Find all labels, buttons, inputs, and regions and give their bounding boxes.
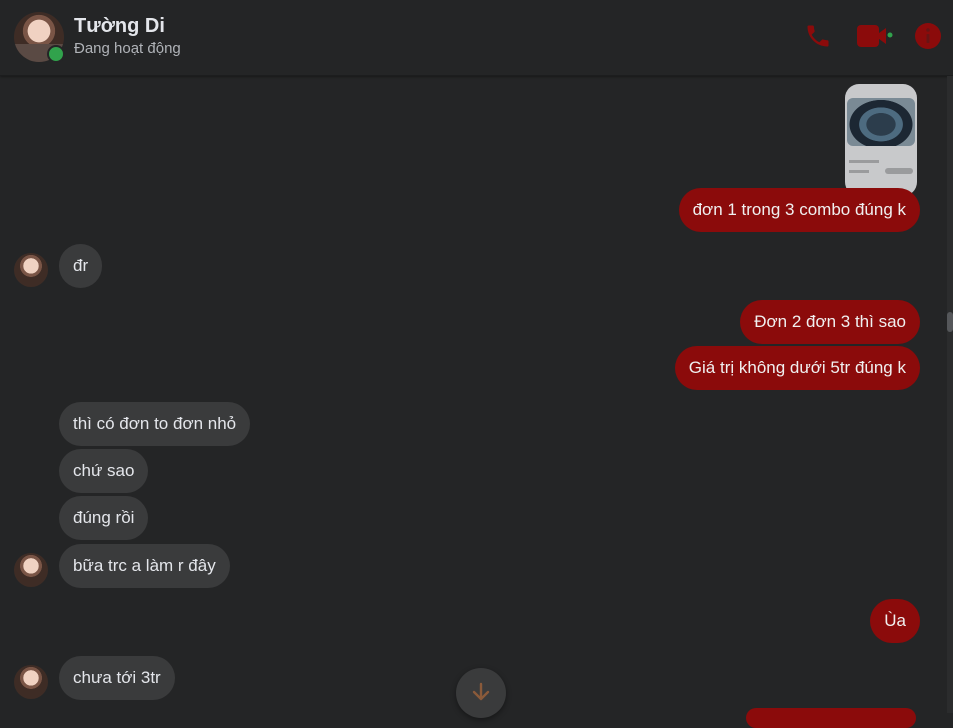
- video-call-icon[interactable]: [855, 22, 895, 50]
- message-bubble-incoming[interactable]: thì có đơn to đơn nhỏ: [59, 402, 251, 446]
- contact-name[interactable]: Tường Di: [74, 15, 165, 38]
- phone-icon[interactable]: [804, 22, 832, 50]
- chat-header: Tường Di Đang hoạt động: [0, 0, 953, 76]
- scroll-to-bottom-button[interactable]: [456, 668, 506, 718]
- scrollbar-track[interactable]: [947, 76, 953, 713]
- online-status-dot: [47, 45, 65, 63]
- contact-status: Đang hoạt động: [74, 40, 181, 57]
- message-bubble-incoming[interactable]: chứ sao: [59, 449, 149, 493]
- contact-avatar-small: [14, 253, 48, 287]
- product-image: [847, 98, 915, 146]
- message-bubble-outgoing[interactable]: Ùa: [870, 599, 920, 643]
- arrow-down-icon: [472, 682, 490, 701]
- shared-image-thumbnail[interactable]: [845, 84, 917, 196]
- message-bubble-outgoing[interactable]: đơn 1 trong 3 combo đúng k: [678, 188, 920, 232]
- scrollbar-thumb[interactable]: [947, 312, 953, 332]
- message-bubble-incoming[interactable]: đúng rồi: [59, 496, 149, 540]
- message-bubble-outgoing[interactable]: Giá trị không dưới 5tr đúng k: [674, 346, 920, 390]
- contact-avatar-small: [14, 553, 48, 587]
- message-bubble-outgoing-partial[interactable]: [746, 708, 916, 728]
- info-icon[interactable]: [914, 22, 942, 50]
- message-bubble-incoming[interactable]: chưa tới 3tr: [59, 656, 175, 700]
- message-bubble-outgoing[interactable]: Đơn 2 đơn 3 thì sao: [740, 300, 920, 344]
- message-bubble-incoming[interactable]: bữa trc a làm r đây: [59, 544, 230, 588]
- message-bubble-incoming[interactable]: đr: [59, 244, 103, 288]
- contact-avatar-small: [14, 665, 48, 699]
